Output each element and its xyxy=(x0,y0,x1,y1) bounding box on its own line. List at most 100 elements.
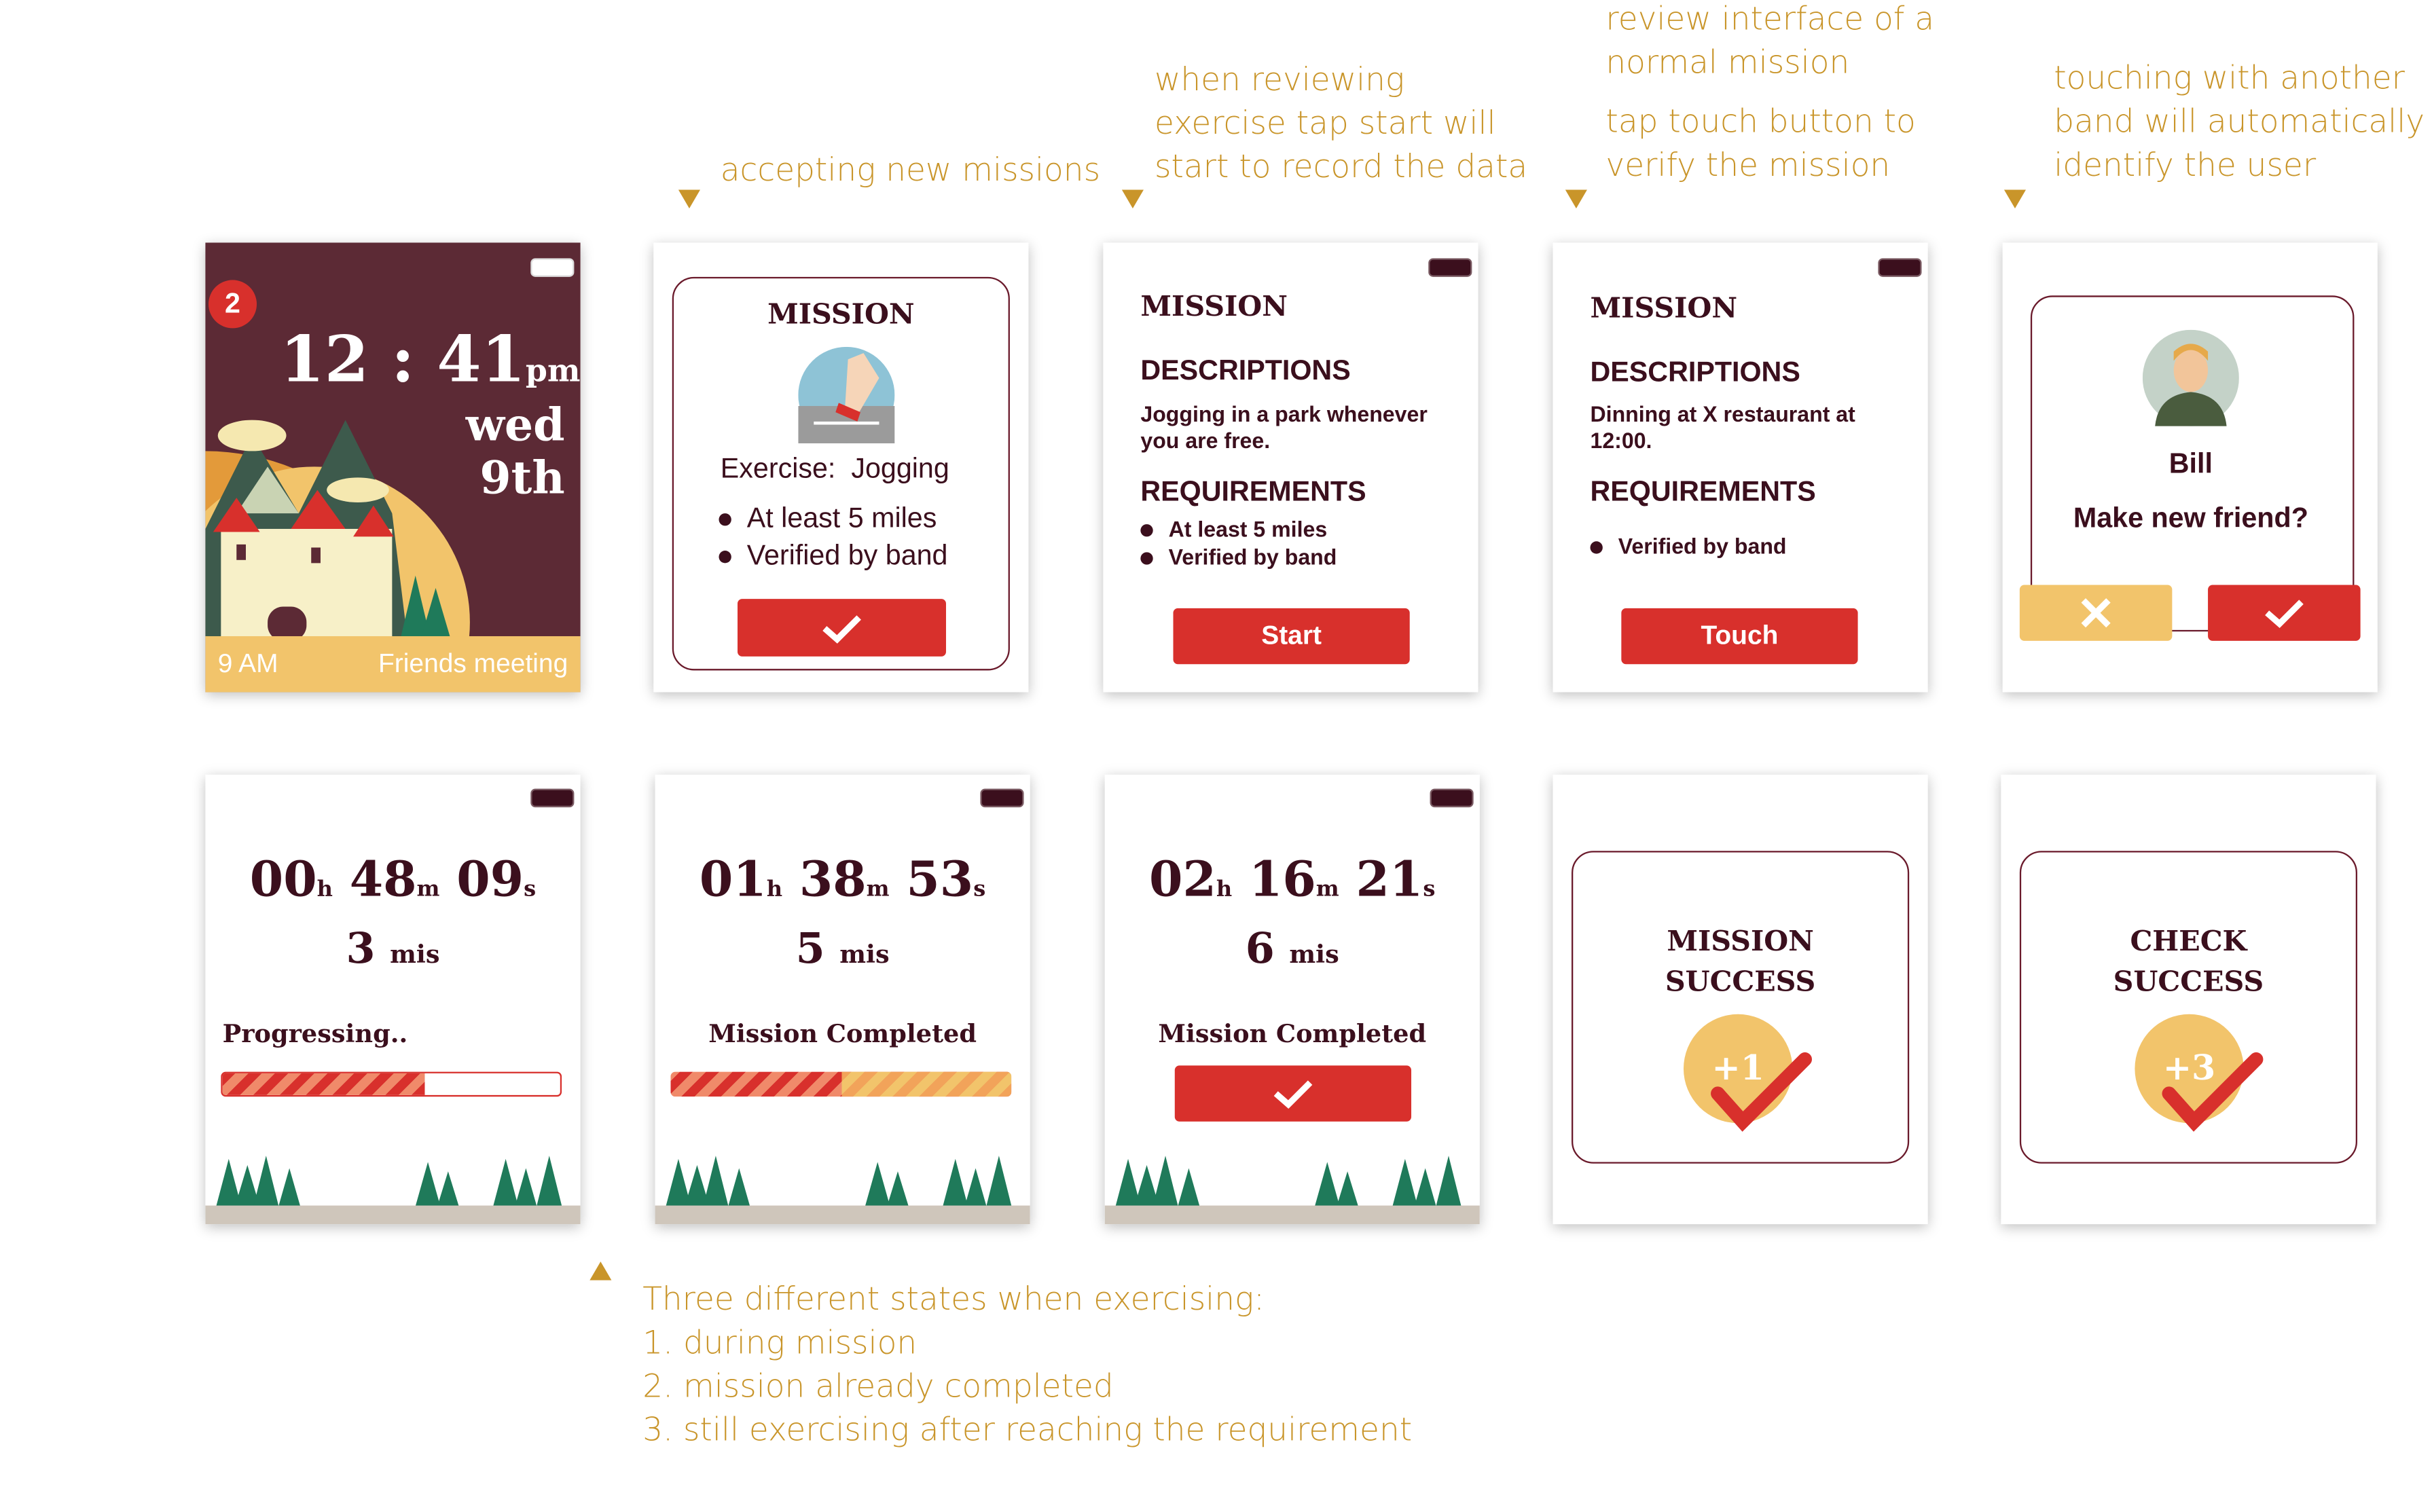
hours-unit: h xyxy=(1216,877,1233,902)
hours-unit: h xyxy=(316,877,333,902)
requirement-text: Verified by band xyxy=(1168,544,1337,570)
battery-icon xyxy=(530,258,575,277)
touch-button[interactable]: Touch xyxy=(1621,608,1858,665)
minutes-value: 48 xyxy=(349,852,417,909)
start-button[interactable]: Start xyxy=(1173,608,1410,665)
battery-icon xyxy=(1878,258,1922,277)
arrow-down-icon xyxy=(2003,189,2027,209)
exercise-label: Exercise xyxy=(720,452,828,484)
annotation-line: identify the user xyxy=(2054,146,2317,184)
list-item: Verified by band xyxy=(1590,534,1787,559)
annotation-line: Three different states when exercising: xyxy=(642,1280,1265,1318)
requirement-list: At least 5 miles Verified by band xyxy=(1140,515,1337,570)
miles-value: 6 xyxy=(1245,925,1275,974)
miles-unit: mis xyxy=(839,939,890,970)
battery-icon xyxy=(1430,788,1474,808)
accept-friend-button[interactable] xyxy=(2208,585,2361,641)
annotation-line: verify the mission xyxy=(1605,146,1891,184)
hours-unit: h xyxy=(766,877,783,902)
mission-title: MISSION xyxy=(1140,291,1288,324)
requirement-text: At least 5 miles xyxy=(1168,516,1328,542)
upcoming-event-bar[interactable]: 9 AM Friends meeting xyxy=(205,636,581,693)
progress-bar xyxy=(670,1071,1012,1097)
clock-hm: 12 : 41 xyxy=(280,322,526,397)
checkmark-icon xyxy=(2162,1052,2264,1132)
bullet-icon xyxy=(719,551,731,564)
exercise-review-screen: MISSION DESCRIPTIONS Jogging in a park w… xyxy=(1103,242,1478,693)
description-line: 12:00. xyxy=(1590,428,1652,453)
arrow-down-icon xyxy=(678,189,700,209)
annotation-line: when reviewing xyxy=(1154,60,1405,98)
seconds-unit: s xyxy=(1423,877,1436,902)
friend-prompt: Make new friend? xyxy=(2073,502,2308,534)
elapsed-time: 02h 16m 21s xyxy=(1105,853,1480,908)
minutes-unit: m xyxy=(1315,877,1339,902)
friend-screen: Bill Make new friend? xyxy=(2002,242,2378,693)
progress-screen-1: 00h 48m 09s 3 mis Progressing.. xyxy=(205,774,581,1225)
description-text: Dinning at X restaurant at 12:00. xyxy=(1591,401,1855,454)
annotation-line: exercise tap start will xyxy=(1154,104,1496,142)
checkmark-icon xyxy=(2265,600,2304,629)
miles-value: 5 xyxy=(795,925,825,974)
success-line: SUCCESS xyxy=(2113,965,2264,999)
elapsed-time: 01h 38m 53s xyxy=(655,853,1030,908)
miles-unit: mis xyxy=(390,939,440,970)
seconds-value: 09 xyxy=(456,852,524,909)
progress-screen-2: 01h 38m 53s 5 mis Mission Completed xyxy=(655,774,1030,1225)
mission-title: MISSION xyxy=(1590,292,1738,325)
success-line: SUCCESS xyxy=(1665,965,1816,999)
annotation-line: band will automatically xyxy=(2054,103,2425,141)
bullet-icon xyxy=(719,513,731,526)
annotation-line: 3. still exercising after reaching the r… xyxy=(642,1411,1413,1449)
seconds-unit: s xyxy=(524,877,537,902)
annotation-line: normal mission xyxy=(1605,43,1850,81)
seconds-value: 53 xyxy=(906,852,974,909)
description-line: you are free. xyxy=(1140,428,1271,453)
progress-bar xyxy=(221,1071,562,1097)
description-line: Dinning at X restaurant at xyxy=(1590,401,1855,426)
requirement-list: Verified by band xyxy=(1590,534,1787,559)
annotation-states: Three different states when exercising: … xyxy=(642,1277,1412,1452)
battery-icon xyxy=(980,788,1024,808)
finish-button[interactable] xyxy=(1174,1065,1412,1122)
event-name: Friends meeting xyxy=(378,648,568,678)
annotation-line: review interface of a xyxy=(1605,0,1935,37)
mission-success-screen: MISSION SUCCESS +1 xyxy=(1553,774,1928,1225)
friend-name: Bill xyxy=(2168,447,2213,479)
annotation-line: start to record the data xyxy=(1154,147,1528,185)
notification-badge[interactable]: 2 xyxy=(208,280,257,329)
status-text: Mission Completed xyxy=(1158,1018,1427,1049)
seconds-unit: s xyxy=(973,877,986,902)
battery-icon xyxy=(530,788,575,808)
annotation-friend: touching with another band will automati… xyxy=(2054,56,2425,186)
clock-ampm: pm xyxy=(525,351,581,389)
exercise-value: Jogging xyxy=(851,452,949,484)
requirements-heading: REQUIREMENTS xyxy=(1140,476,1366,507)
hours-value: 01 xyxy=(699,852,767,909)
list-item: At least 5 miles xyxy=(719,499,947,536)
annotation-reviewing: when reviewing exercise tap start will s… xyxy=(1155,58,1527,188)
distance: 3 mis xyxy=(205,925,580,974)
castle-illustration xyxy=(205,420,470,641)
distance: 5 mis xyxy=(655,925,1030,974)
annotation-touch-verify: tap touch button to verify the mission xyxy=(1605,100,1915,187)
annotation-normal-review: review interface of a normal mission xyxy=(1605,0,1934,84)
success-line: MISSION xyxy=(1667,925,1814,959)
decline-button[interactable] xyxy=(2019,585,2173,641)
ground xyxy=(205,1205,581,1225)
accept-button[interactable] xyxy=(737,599,946,657)
minutes-unit: m xyxy=(416,877,440,902)
event-time: 9 AM xyxy=(217,648,278,678)
clock-time: 12 : 41pm xyxy=(280,324,580,406)
progress-fill-tail xyxy=(841,1071,1012,1097)
annotation-line: 2. mission already completed xyxy=(642,1367,1114,1405)
annotation-accept: accepting new missions xyxy=(721,148,1100,191)
minutes-value: 38 xyxy=(799,852,867,909)
home-screen[interactable]: 2 12 : 41pm wed 9th 9 AM Friends meeting xyxy=(205,242,581,693)
miles-unit: mis xyxy=(1289,939,1339,970)
status-text: Progressing.. xyxy=(222,1018,408,1049)
annotation-line: tap touch button to xyxy=(1605,103,1916,141)
check-success-screen: CHECK SUCCESS +3 xyxy=(2001,774,2376,1225)
bullet-icon xyxy=(1140,524,1153,538)
mission-title: MISSION xyxy=(767,298,915,332)
